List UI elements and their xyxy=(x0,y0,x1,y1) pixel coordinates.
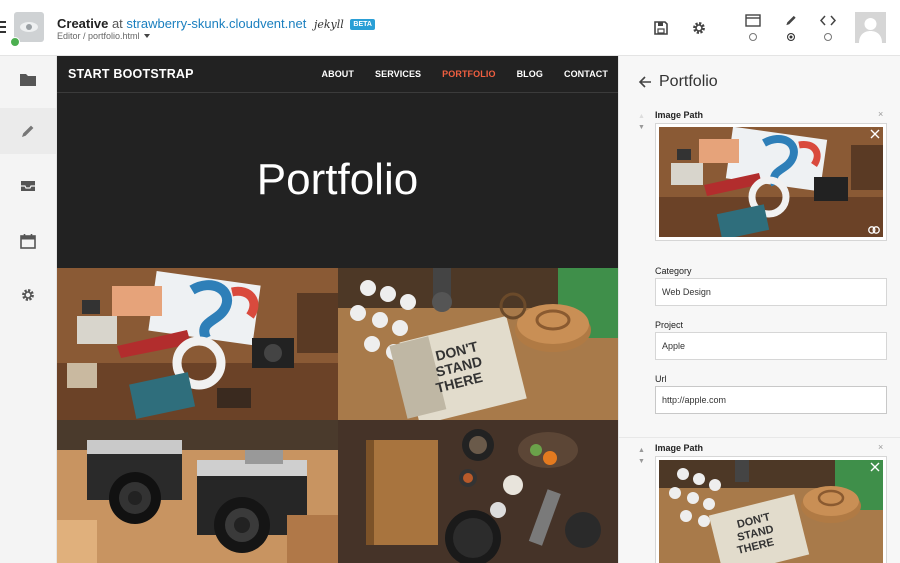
preview-nav-blog[interactable]: BLOG xyxy=(517,69,543,79)
site-title: Creative at strawberry-skunk.cloudvent.n… xyxy=(57,16,375,31)
preview-navbar: START BOOTSTRAP ABOUT SERVICES PORTFOLIO… xyxy=(57,56,618,93)
clear-image-icon-2[interactable] xyxy=(870,462,880,472)
breadcrumb[interactable]: Editor / portfolio.html xyxy=(57,31,150,41)
site-preview: START BOOTSTRAP ABOUT SERVICES PORTFOLIO… xyxy=(57,56,618,563)
jekyll-logo: jekyll xyxy=(313,18,344,31)
preview-nav-about[interactable]: ABOUT xyxy=(322,69,355,79)
move-down-icon[interactable]: ▼ xyxy=(638,122,645,133)
gear-icon[interactable] xyxy=(691,20,707,36)
status-ok-icon xyxy=(10,37,20,47)
folder-icon xyxy=(20,73,36,86)
window-icon xyxy=(745,14,761,27)
editor-panel: Portfolio ▲ ▼ Image Path × Category Web … xyxy=(618,56,900,563)
code-icon xyxy=(820,15,836,26)
pencil-icon xyxy=(786,15,796,26)
eye-icon xyxy=(20,22,38,32)
mode-source[interactable] xyxy=(818,14,838,44)
portfolio-image-3[interactable] xyxy=(57,420,338,563)
project-label: Project xyxy=(655,320,684,330)
site-name[interactable]: Creative xyxy=(57,16,108,31)
url-input[interactable]: http://apple.com xyxy=(655,386,887,414)
image-path-label-2: Image Path xyxy=(655,443,704,453)
portfolio-image-4[interactable] xyxy=(338,420,618,563)
mode-content[interactable] xyxy=(781,14,801,44)
image-path-preview[interactable] xyxy=(655,123,887,241)
inbox-icon xyxy=(21,181,35,191)
move-up-icon[interactable]: ▲ xyxy=(638,445,645,456)
category-input[interactable]: Web Design xyxy=(655,278,887,306)
link-icon[interactable] xyxy=(868,226,880,234)
save-icon[interactable] xyxy=(653,20,669,36)
portfolio-image-1[interactable] xyxy=(57,268,338,420)
url-label: Url xyxy=(655,374,667,384)
move-up-icon[interactable]: ▲ xyxy=(638,111,645,122)
pencil-icon xyxy=(22,125,34,137)
image-path-label: Image Path xyxy=(655,110,704,120)
rail-files[interactable] xyxy=(0,56,56,102)
portfolio-image-2[interactable]: DON'T STAND THERE xyxy=(338,268,618,420)
item-divider xyxy=(619,437,900,438)
reorder-arrows-2[interactable]: ▲ ▼ xyxy=(638,445,645,467)
clear-image-icon[interactable] xyxy=(870,129,880,139)
project-input[interactable]: Apple xyxy=(655,332,887,360)
image-path-preview-2[interactable]: DON'T STAND THERE xyxy=(655,456,887,563)
gear-icon xyxy=(22,289,34,301)
caret-down-icon xyxy=(143,34,150,38)
mode-radio-visual[interactable] xyxy=(749,33,757,41)
category-label: Category xyxy=(655,266,692,276)
breadcrumb-text: Editor / portfolio.html xyxy=(57,31,140,41)
top-bar: Creative at strawberry-skunk.cloudvent.n… xyxy=(0,0,900,56)
menu-icon[interactable] xyxy=(0,21,6,35)
beta-badge: BETA xyxy=(350,19,375,30)
preview-nav-links: ABOUT SERVICES PORTFOLIO BLOG CONTACT xyxy=(301,69,609,79)
rail-editor[interactable] xyxy=(0,108,56,154)
panel-header: Portfolio xyxy=(619,56,900,108)
preview-nav-services[interactable]: SERVICES xyxy=(375,69,421,79)
rail-settings[interactable] xyxy=(0,272,56,318)
site-at: at xyxy=(111,16,123,31)
preview-hero: Portfolio xyxy=(57,93,618,268)
preview-nav-portfolio[interactable]: PORTFOLIO xyxy=(442,69,495,79)
mode-radio-source[interactable] xyxy=(824,33,832,41)
preview-hero-title[interactable]: Portfolio xyxy=(257,155,418,205)
preview-nav-contact[interactable]: CONTACT xyxy=(564,69,608,79)
portfolio-grid: DON'T STAND THERE xyxy=(57,268,618,563)
panel-title: Portfolio xyxy=(659,73,718,90)
user-avatar[interactable] xyxy=(855,12,886,43)
mode-visual[interactable] xyxy=(743,14,763,44)
back-arrow-icon[interactable] xyxy=(638,75,652,89)
rail-inbox[interactable] xyxy=(0,163,56,209)
preview-brand[interactable]: START BOOTSTRAP xyxy=(68,67,194,81)
site-host[interactable]: strawberry-skunk.cloudvent.net xyxy=(126,16,306,31)
rail-calendar[interactable] xyxy=(0,218,56,264)
mode-radio-content[interactable] xyxy=(787,33,795,41)
remove-item-icon[interactable]: × xyxy=(878,109,883,119)
left-rail xyxy=(0,56,57,563)
reorder-arrows-1[interactable]: ▲ ▼ xyxy=(638,111,645,133)
calendar-icon xyxy=(20,234,36,249)
move-down-icon[interactable]: ▼ xyxy=(638,456,645,467)
site-avatar[interactable] xyxy=(10,12,44,47)
remove-item-icon-2[interactable]: × xyxy=(878,442,883,452)
